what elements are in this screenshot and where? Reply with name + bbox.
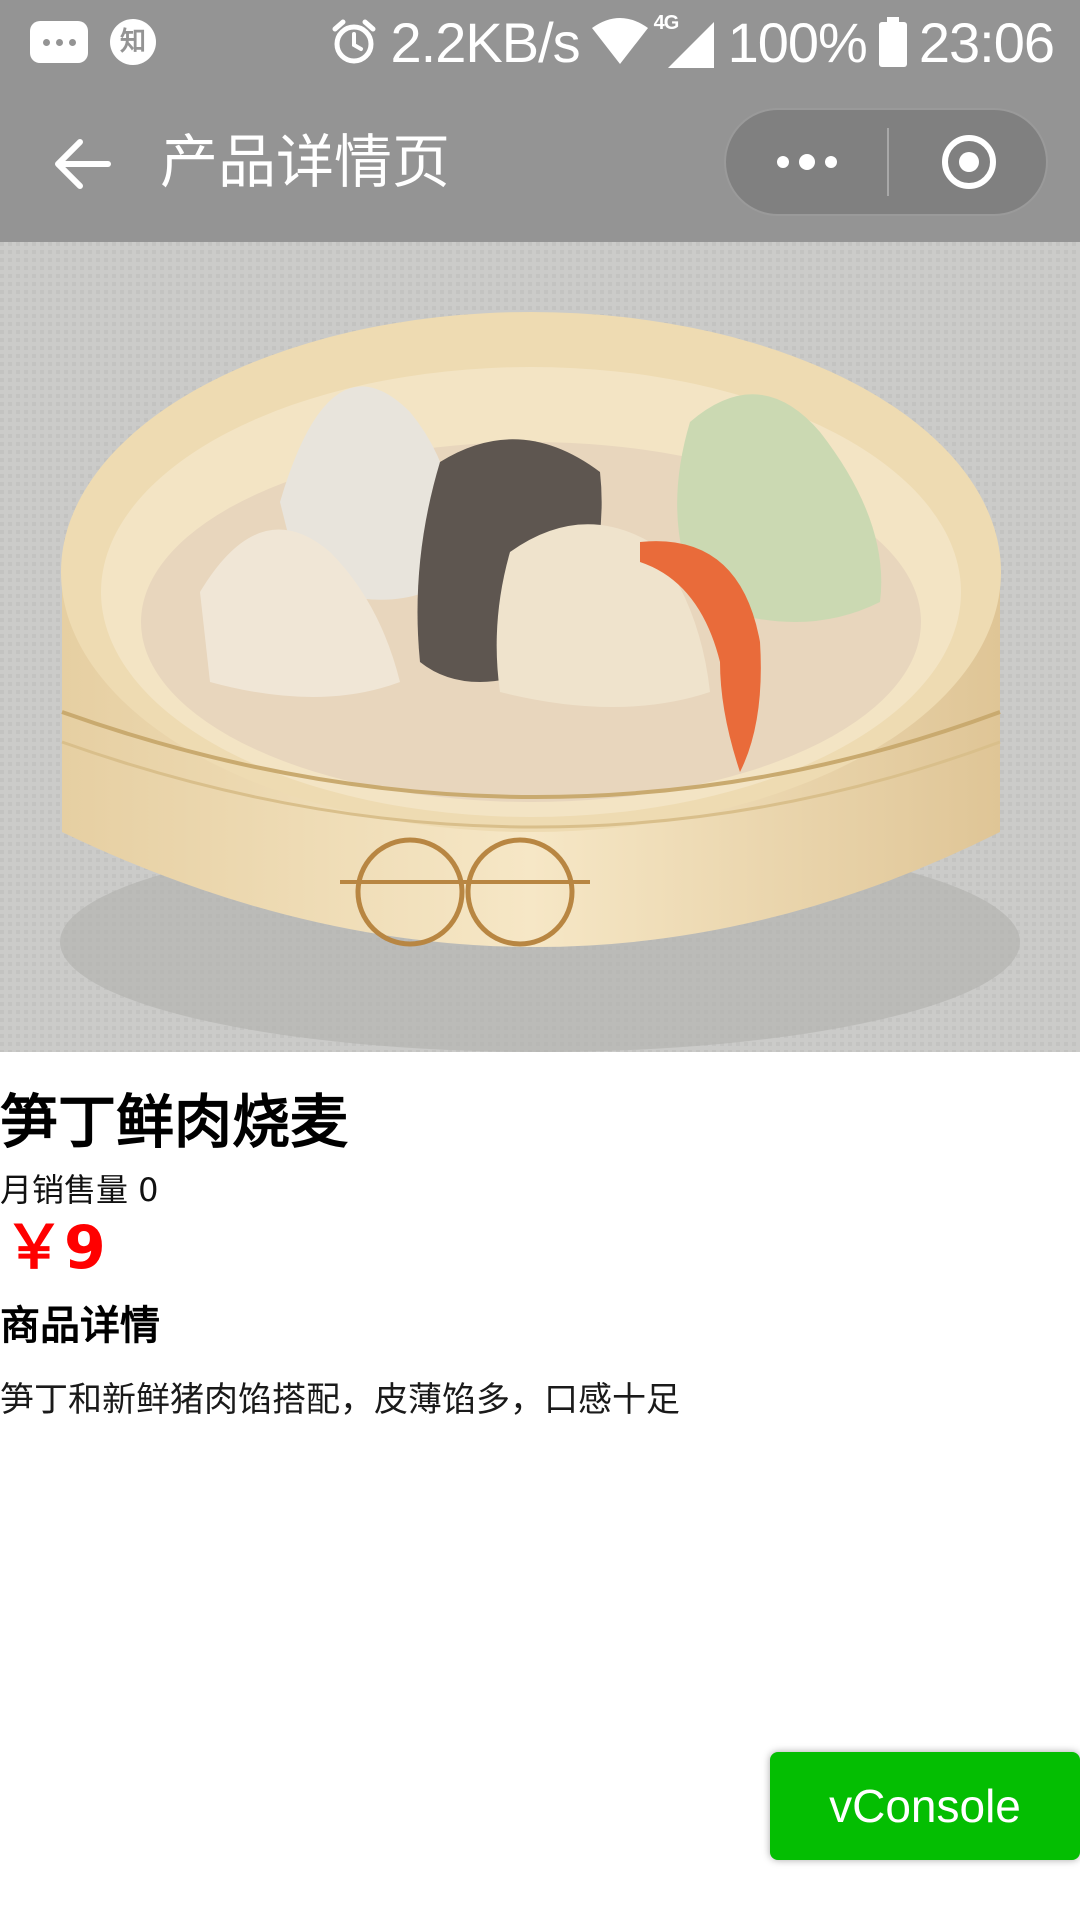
close-button[interactable]: [890, 110, 1048, 214]
more-dots-icon: [777, 154, 837, 170]
status-left-icons: 知: [30, 14, 156, 70]
wifi-icon: [591, 18, 648, 66]
back-button[interactable]: [40, 128, 124, 200]
vconsole-button[interactable]: vConsole: [770, 1752, 1080, 1860]
nav-bar: 产品详情页: [0, 84, 1080, 242]
product-description: 笋丁和新鲜猪肉馅搭配，皮薄馅多，口感十足: [0, 1380, 680, 1420]
arrow-left-icon: [55, 139, 111, 189]
status-bar: 知 2.2KB/s 4G 100% 23:06: [0, 0, 1080, 84]
screen: 知 2.2KB/s 4G 100% 23:06 产品详情页 笋丁鲜肉烧麦 月销售…: [0, 0, 1080, 1920]
target-circle-icon: [942, 135, 996, 189]
capsule-divider: [887, 128, 889, 196]
product-name: 笋丁鲜肉烧麦: [0, 1088, 349, 1156]
product-image: [0, 242, 1080, 1052]
monthly-sales: 月销售量 0: [0, 1171, 159, 1209]
alarm-icon: [329, 17, 379, 67]
page-title: 产品详情页: [160, 128, 451, 196]
signal-icon: 4G: [654, 12, 716, 70]
zhihu-icon: 知: [110, 19, 156, 65]
status-right: 2.2KB/s 4G 100% 23:06: [329, 6, 1055, 78]
battery-level: 100%: [727, 10, 868, 74]
battery-icon: [878, 17, 907, 67]
network-speed: 2.2KB/s: [390, 10, 581, 74]
more-button[interactable]: [726, 110, 888, 214]
product-price: ￥9: [4, 1213, 106, 1283]
message-icon: [30, 21, 88, 63]
network-type: 4G: [653, 12, 680, 34]
clock: 23:06: [918, 10, 1055, 74]
mini-program-capsule: [724, 108, 1048, 216]
details-heading: 商品详情: [0, 1303, 160, 1349]
